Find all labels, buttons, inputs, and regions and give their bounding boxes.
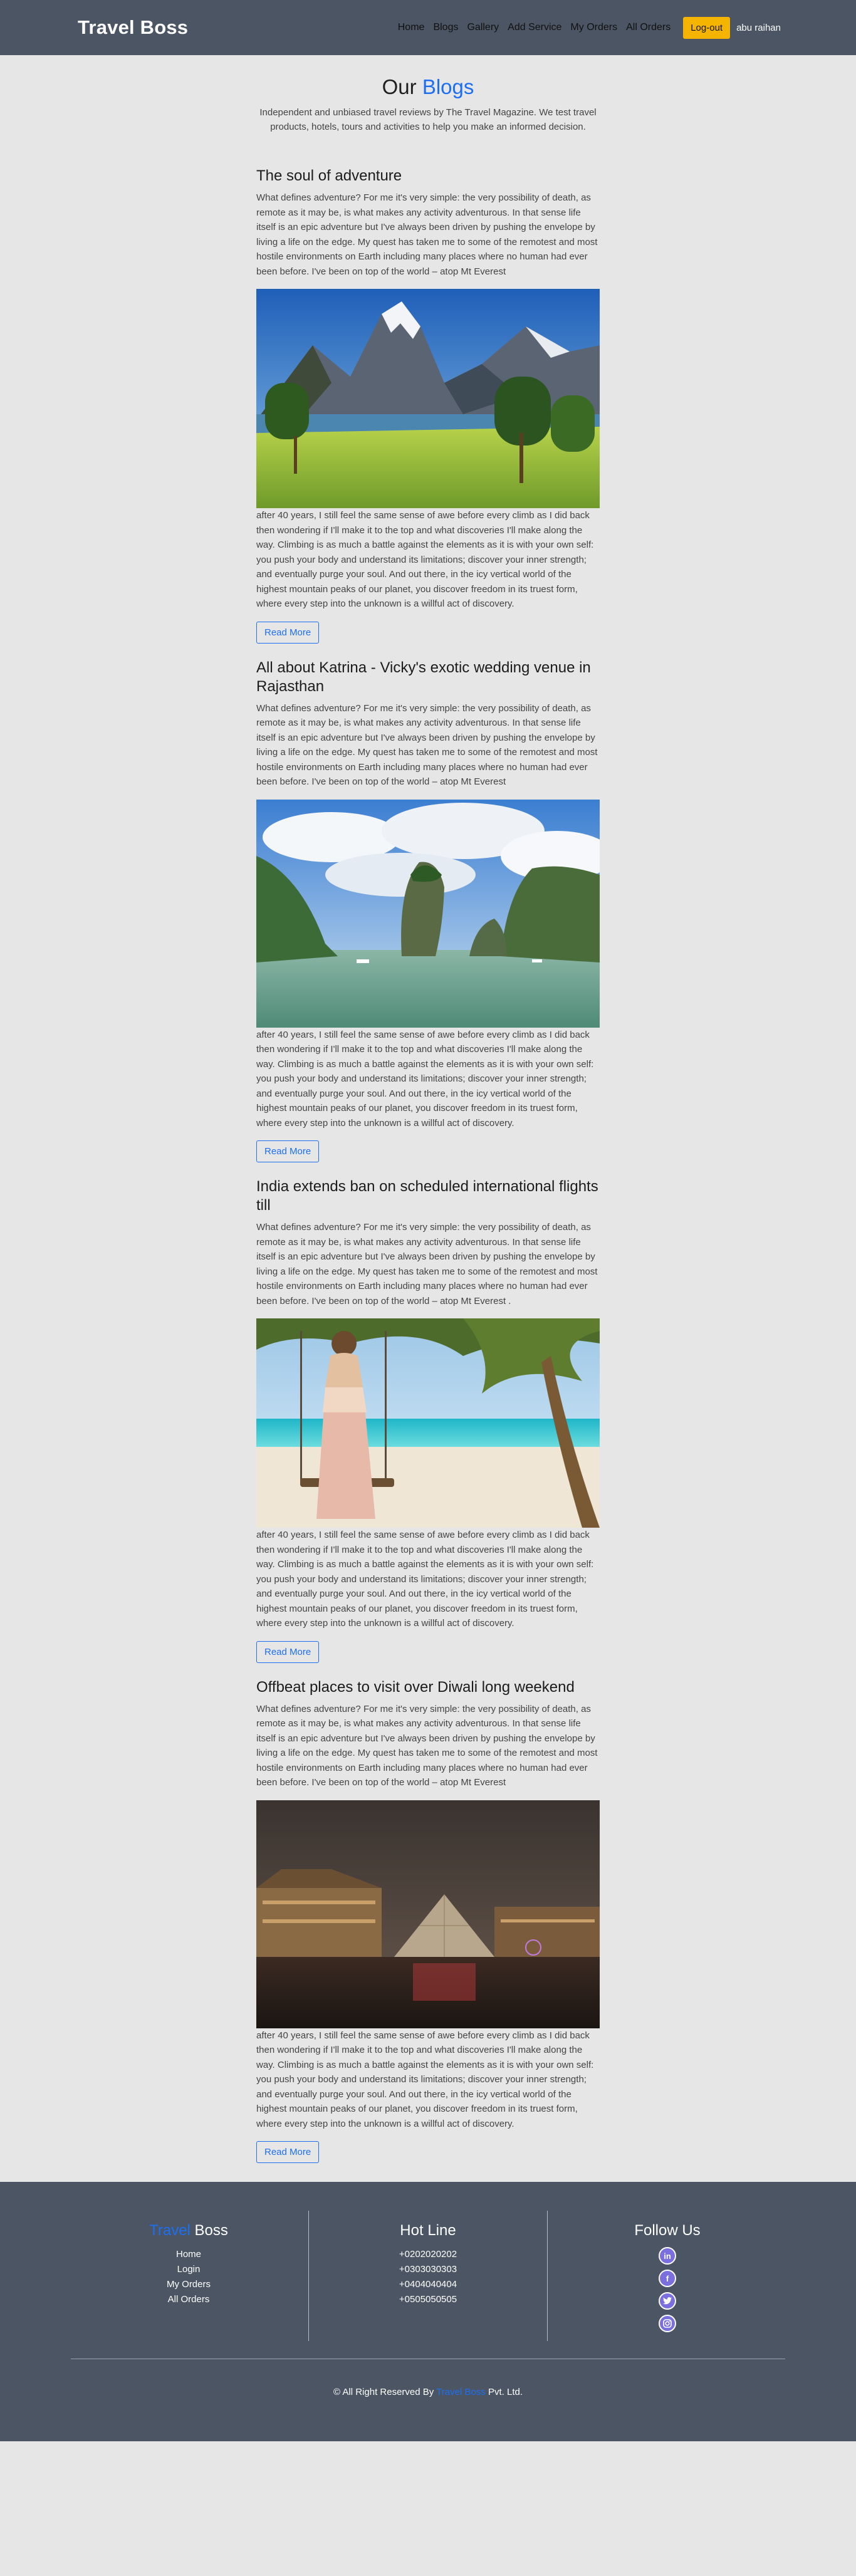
post-body: after 40 years, I still feel the same se… [256,1029,594,1129]
blog-list: The soul of adventure What defines adven… [256,167,600,2178]
footer-hotline-column: Hot Line +0202020202 +0303030303 +040404… [308,2211,548,2341]
phone-list: +0202020202 +0303030303 +0404040404 +050… [309,2247,547,2307]
blog-post: India extends ban on scheduled internati… [256,1177,600,1678]
footer-brand: Travel Boss [69,2222,308,2240]
page-title: Our Blogs [0,75,856,99]
post-title[interactable]: All about Katrina - Vicky's exotic weddi… [256,659,600,696]
nav-add-service[interactable]: Add Service [508,22,561,33]
hotline-title: Hot Line [400,2222,456,2239]
footer-link-my-orders[interactable]: My Orders [69,2277,308,2292]
mountain-fjord-photo [256,289,600,508]
blog-post: The soul of adventure What defines adven… [256,167,600,659]
blog-post: All about Katrina - Vicky's exotic weddi… [256,659,600,1178]
post-body: after 40 years, I still feel the same se… [256,1530,594,1629]
copyright-pre: © All Right Reserved By [333,2387,437,2397]
instagram-icon[interactable] [659,2315,676,2332]
copyright-post: Pvt. Ltd. [485,2387,523,2397]
post-intro: What defines adventure? For me it's very… [256,702,598,788]
footer-brand-column: Travel Boss Home Login My Orders All Ord… [69,2211,308,2341]
user-name: abu raihan [736,22,781,33]
page-heading: Our Blogs Independent and unbiased trave… [0,55,856,134]
nav-all-orders[interactable]: All Orders [626,22,671,33]
follow-title: Follow Us [634,2222,701,2239]
page-title-accent: Blogs [422,75,474,98]
phone-number: +0303030303 [399,2264,457,2275]
footer-brand-plain: Boss [190,2222,228,2239]
logout-button[interactable]: Log-out [683,16,731,39]
page-subtitle: Independent and unbiased travel reviews … [259,107,597,132]
read-more-button[interactable]: Read More [256,1140,320,1162]
brand-logo[interactable]: Travel Boss [78,16,188,39]
read-more-button[interactable]: Read More [256,2141,320,2163]
post-intro: What defines adventure? For me it's very… [256,1703,598,1788]
post-title[interactable]: The soul of adventure [256,167,600,185]
post-intro: What defines adventure? For me it's very… [256,192,598,277]
phone-number: +0505050505 [399,2294,457,2305]
beach-swing-photo [256,1318,600,1528]
read-more-button[interactable]: Read More [256,1640,320,1663]
social-icons: in f [548,2247,787,2332]
copyright-brand: Travel Boss [436,2387,486,2397]
nav-gallery[interactable]: Gallery [467,22,499,33]
nav-my-orders[interactable]: My Orders [570,22,617,33]
footer-brand-accent: Travel [149,2222,191,2239]
phone-number: +0202020202 [399,2249,457,2260]
footer-columns: Travel Boss Home Login My Orders All Ord… [0,2211,856,2341]
footer-link-home[interactable]: Home [69,2247,308,2262]
phone-number: +0404040404 [399,2279,457,2290]
copyright-text: © All Right Reserved By Travel Boss Pvt.… [0,2359,856,2441]
footer-link-login[interactable]: Login [69,2262,308,2277]
footer-link-all-orders[interactable]: All Orders [69,2292,308,2307]
post-body: after 40 years, I still feel the same se… [256,510,594,609]
post-title[interactable]: Offbeat places to visit over Diwali long… [256,1678,600,1697]
footer-links: Home Login My Orders All Orders [69,2247,308,2307]
main-nav: Home Blogs Gallery Add Service My Orders… [398,16,781,39]
post-title[interactable]: India extends ban on scheduled internati… [256,1177,600,1215]
nav-home[interactable]: Home [398,22,425,33]
page-title-plain: Our [382,75,422,98]
louvre-night-photo [256,1800,600,2028]
linkedin-icon[interactable]: in [659,2247,676,2265]
top-navbar: Travel Boss Home Blogs Gallery Add Servi… [0,0,856,55]
blog-post: Offbeat places to visit over Diwali long… [256,1678,600,2179]
post-body: after 40 years, I still feel the same se… [256,2030,594,2129]
read-more-button[interactable]: Read More [256,621,320,644]
facebook-icon[interactable]: f [659,2270,676,2287]
site-footer: Travel Boss Home Login My Orders All Ord… [0,2182,856,2441]
nav-blogs[interactable]: Blogs [433,22,458,33]
footer-follow-column: Follow Us in f [548,2211,787,2341]
twitter-icon[interactable] [659,2292,676,2310]
post-intro: What defines adventure? For me it's very… [256,1222,598,1306]
island-rocks-photo [256,799,600,1028]
